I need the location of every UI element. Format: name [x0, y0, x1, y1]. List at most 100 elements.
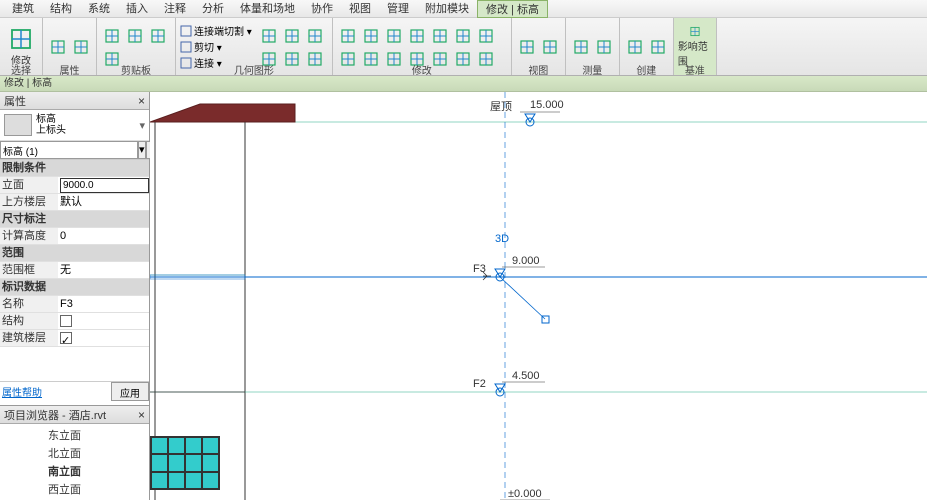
ribbon-group-选择: 修改选择 [0, 18, 43, 75]
elevation-view: 屋顶 15.000 F3 9.000 3D [150, 92, 927, 500]
prop-value[interactable] [58, 313, 149, 329]
menu-item[interactable]: 注释 [156, 0, 194, 18]
prop-value[interactable]: 无 [58, 262, 149, 278]
ribbon-group-label: 基准 [674, 62, 716, 74]
prop-group-header[interactable]: 标识数据 [0, 279, 149, 296]
apply-button[interactable]: 应用 [111, 382, 149, 401]
g3-button[interactable] [304, 25, 326, 47]
left-panels: 属性 × 标高 上标头 ▾ ▾ 编辑类型 限制条件立面上方楼层默认尺寸标注计算高… [0, 92, 150, 500]
checkbox[interactable] [60, 315, 72, 327]
c1-button[interactable] [624, 36, 646, 58]
tree-item[interactable]: 北立面 [26, 444, 147, 462]
project-browser: 项目浏览器 - 酒店.rvt × 东立面北立面南立面西立面图例明细表/数量图纸 … [0, 405, 149, 500]
chevron-down-icon[interactable]: ▾ [138, 141, 146, 159]
properties-help-link[interactable]: 属性帮助 [0, 382, 111, 401]
close-icon[interactable]: × [138, 94, 145, 108]
menu-item[interactable]: 视图 [341, 0, 379, 18]
prop-value[interactable]: 默认 [58, 194, 149, 210]
prop-value[interactable]: ✓ [58, 330, 149, 346]
type-button[interactable] [70, 36, 92, 58]
ribbon-group-几何图形: 连接端切割 ▾剪切 ▾连接 ▾几何图形 [176, 18, 333, 75]
close-icon[interactable]: × [138, 408, 145, 422]
prop-row: 上方楼层默认 [0, 194, 149, 211]
m2-button[interactable] [593, 36, 615, 58]
menu-item[interactable]: 建筑 [4, 0, 42, 18]
ribbon-group-label: 选择 [0, 62, 42, 74]
prop-row: 建筑楼层✓ [0, 330, 149, 347]
prop-row: 范围框无 [0, 262, 149, 279]
prop-group-header[interactable]: 尺寸标注 [0, 211, 149, 228]
cut-button[interactable] [124, 25, 146, 47]
type-selector[interactable]: 标高 上标头 ▾ [0, 110, 149, 141]
prop-value[interactable]: 0 [58, 228, 149, 244]
tree-item[interactable]: 南立面 [26, 462, 147, 480]
prop-value-input[interactable] [60, 178, 149, 193]
browser-tree: 东立面北立面南立面西立面图例明细表/数量图纸 (全部)001 - 总平面图002… [0, 424, 149, 500]
g1-button[interactable] [258, 25, 280, 47]
align-button[interactable] [337, 25, 359, 47]
cursor-icon [483, 272, 491, 280]
menu-item[interactable]: 结构 [42, 0, 80, 18]
type-name: 标高 上标头 [36, 114, 135, 136]
properties-panel: 属性 × 标高 上标头 ▾ ▾ 编辑类型 限制条件立面上方楼层默认尺寸标注计算高… [0, 92, 149, 401]
tree-item[interactable]: 西立面 [26, 480, 147, 498]
ribbon-group-label: 创建 [620, 62, 673, 74]
g2-button[interactable] [281, 25, 303, 47]
prop-row: 结构 [0, 313, 149, 330]
context-bar: 修改 | 标高 [0, 76, 927, 92]
prop-row: 名称F3 [0, 296, 149, 313]
type-preview-icon [4, 114, 32, 136]
level-value-f1: ±0.000 [508, 488, 542, 500]
c2-button[interactable] [647, 36, 669, 58]
tree-item[interactable]: 东立面 [26, 426, 147, 444]
mirror-button[interactable] [383, 25, 405, 47]
ribbon-group-label: 测量 [566, 62, 619, 74]
prop-key: 立面 [0, 177, 58, 193]
prop-row: 计算高度0 [0, 228, 149, 245]
v2-button[interactable] [539, 36, 561, 58]
properties-title: 属性 [4, 93, 26, 109]
prop-key: 计算高度 [0, 228, 58, 244]
menu-item[interactable]: 插入 [118, 0, 156, 18]
menu-item[interactable]: 附加模块 [417, 0, 477, 18]
ribbon-group-label: 属性 [43, 62, 96, 74]
move-button[interactable] [406, 25, 428, 47]
ribbon: 修改选择属性剪贴板连接端切割 ▾剪切 ▾连接 ▾几何图形修改视图测量创建影响范围… [0, 18, 927, 76]
v1-button[interactable] [516, 36, 538, 58]
material-palette[interactable] [150, 436, 220, 490]
level-value-f3[interactable]: 9.000 [512, 255, 540, 267]
prop-key: 建筑楼层 [0, 330, 58, 346]
trim-button[interactable] [475, 25, 497, 47]
level-label-roof: 屋顶 [490, 100, 512, 113]
paste-button[interactable] [47, 36, 69, 58]
chevron-down-icon[interactable]: ▾ [139, 119, 145, 132]
ribbon-text-button[interactable]: 连接端切割 ▾ [180, 23, 252, 38]
prop-group-header[interactable]: 限制条件 [0, 160, 149, 177]
menu-bar: 建筑结构系统插入注释分析体量和场地协作视图管理附加模块修改 | 标高 [0, 0, 927, 18]
menu-item[interactable]: 协作 [303, 0, 341, 18]
menu-item[interactable]: 管理 [379, 0, 417, 18]
menu-item[interactable]: 系统 [80, 0, 118, 18]
prop-group-header[interactable]: 范围 [0, 245, 149, 262]
copy2-button[interactable] [429, 25, 451, 47]
prop-key: 上方楼层 [0, 194, 58, 210]
ribbon-text-button[interactable]: 剪切 ▾ [180, 39, 252, 54]
prop-value[interactable]: F3 [58, 296, 149, 312]
rotate-button[interactable] [452, 25, 474, 47]
prop-key: 结构 [0, 313, 58, 329]
browser-title: 项目浏览器 - 酒店.rvt [4, 407, 106, 423]
menu-item[interactable]: 分析 [194, 0, 232, 18]
drawing-canvas[interactable]: 屋顶 15.000 F3 9.000 3D [150, 92, 927, 500]
checkbox[interactable]: ✓ [60, 332, 72, 344]
ribbon-group-测量: 测量 [566, 18, 620, 75]
instance-filter[interactable] [0, 141, 138, 159]
paste2-button[interactable] [147, 25, 169, 47]
m1-button[interactable] [570, 36, 592, 58]
offset-button[interactable] [360, 25, 382, 47]
copy-button[interactable] [101, 25, 123, 47]
menu-item[interactable]: 修改 | 标高 [477, 0, 548, 18]
prop-value[interactable] [58, 177, 149, 193]
3d-marker[interactable]: 3D [495, 233, 509, 245]
menu-item[interactable]: 体量和场地 [232, 0, 303, 18]
prop-key: 范围框 [0, 262, 58, 278]
